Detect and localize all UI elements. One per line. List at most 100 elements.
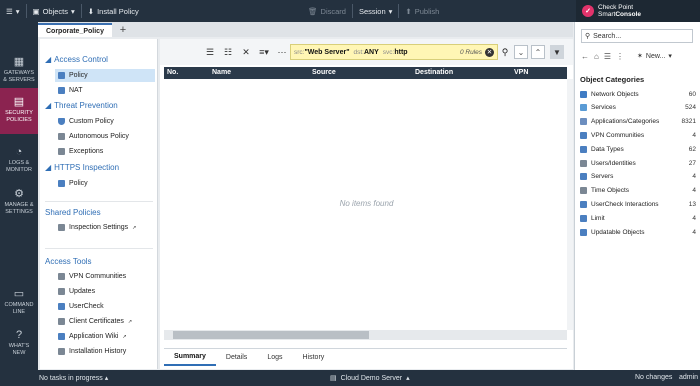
rail-gateways[interactable]: ▦ GATEWAYS & SERVERS [0, 56, 38, 88]
objects-menu[interactable]: ▣ Objects ▾ [27, 0, 81, 22]
discard-button[interactable]: 🗑 Discard [302, 0, 352, 22]
column-no[interactable]: No. [167, 69, 178, 76]
nav-autonomous-policy[interactable]: Autonomous Policy [58, 130, 129, 143]
category-name: VPN Communities [591, 131, 645, 139]
empty-message: No items found [339, 199, 394, 208]
cube-icon: ▣ [32, 6, 40, 16]
policy-icon [58, 180, 65, 187]
list-menu-button[interactable]: ≡▾ [256, 44, 272, 60]
clear-search-icon[interactable]: ✕ [485, 47, 494, 57]
top-bar: ☰ ▾ ▣ Objects ▾ ⬇ Install Policy 🗑 Discard Se… [0, 0, 700, 22]
category-row[interactable]: UserCheck Interactions 13 [580, 198, 696, 210]
rulebase-header: No. Name Source Destination VPN [164, 67, 567, 79]
rule-search-input[interactable]: src: "Web Server" dst: ANY svc: http 0 R… [290, 44, 498, 60]
wiki-icon [58, 333, 65, 340]
session-menu[interactable]: Session ▾ [353, 0, 398, 22]
column-name[interactable]: Name [212, 69, 231, 76]
rail-security-policies[interactable]: ▤ SECURITY POLICIES [0, 88, 38, 134]
publish-button[interactable]: ⬆ Publish [399, 0, 445, 22]
history-icon [58, 348, 65, 355]
install-policy-button[interactable]: ⬇ Install Policy [82, 0, 145, 22]
back-icon[interactable]: ← [581, 52, 589, 61]
nav-access-tools[interactable]: Access Tools [45, 257, 92, 266]
category-row[interactable]: Services 524 [580, 102, 696, 114]
rail-command-line[interactable]: ▭ COMMAND LINE [0, 288, 38, 320]
column-destination[interactable]: Destination [415, 69, 453, 76]
vpn-icon [58, 273, 65, 280]
trash-icon: 🗑 [308, 6, 318, 16]
nav-threat-prevention[interactable]: ◢ Threat Prevention [45, 101, 118, 110]
nav-nat[interactable]: NAT [58, 84, 82, 97]
tab-summary[interactable]: Summary [164, 350, 216, 366]
nav-custom-policy[interactable]: Custom Policy [58, 115, 114, 128]
column-source[interactable]: Source [312, 69, 336, 76]
server-status[interactable]: ▤ Cloud Demo Server ▴ [330, 374, 410, 383]
nav-exceptions[interactable]: Exceptions [58, 145, 103, 158]
category-count: 524 [685, 104, 696, 112]
category-row[interactable]: Limit 4 [580, 212, 696, 224]
whats-new-icon: ? [15, 329, 23, 341]
list-icon: ≡▾ [259, 46, 269, 57]
add-rule-above-button[interactable]: ☰ [202, 44, 218, 60]
filter-button[interactable]: ▼ [550, 45, 564, 59]
nav-usercheck[interactable]: UserCheck [58, 300, 104, 313]
horizontal-scrollbar[interactable] [164, 330, 567, 340]
category-row[interactable]: Network Objects 60 [580, 88, 696, 100]
objects-panel: ⚲ Search... ← ⌂ ☰ ⋮ ✶ New... ▾ Object Cate… [574, 22, 700, 370]
column-vpn[interactable]: VPN [514, 69, 528, 76]
next-match-button[interactable]: ⌄ [514, 45, 528, 59]
nav-updates[interactable]: Updates [58, 285, 95, 298]
objects-search-input[interactable]: ⚲ Search... [581, 29, 693, 43]
app-menu-button[interactable]: ☰ ▾ [0, 0, 26, 22]
category-row[interactable]: Data Types 62 [580, 143, 696, 155]
add-rule-below-button[interactable]: ☷ [220, 44, 236, 60]
nav-shared-policies[interactable]: Shared Policies [45, 208, 101, 217]
install-policy-label: Install Policy [97, 6, 139, 16]
rail-whats-new[interactable]: ? WHAT'S NEW [0, 329, 38, 361]
category-count: 13 [688, 200, 696, 208]
category-row[interactable]: Servers 4 [580, 171, 696, 183]
nav-installation-history[interactable]: Installation History [58, 345, 126, 358]
tab-corporate-policy[interactable]: Corporate_Policy [38, 23, 112, 37]
category-row[interactable]: Applications/Categories 8321 [580, 116, 696, 128]
nav-https-policy[interactable]: Policy [58, 177, 88, 190]
add-tab-button[interactable]: + [116, 23, 130, 37]
scrollbar-thumb[interactable] [173, 331, 369, 339]
certificate-icon [58, 318, 65, 325]
tree-view-icon[interactable]: ⋮ [616, 52, 624, 61]
tasks-status[interactable]: No tasks in progress ▴ [39, 374, 108, 382]
rail-manage-settings[interactable]: ⚙ MANAGE & SETTINGS [0, 188, 38, 220]
new-object-button[interactable]: ✶ New... ▾ [637, 52, 672, 61]
category-row[interactable]: Updatable Objects 4 [580, 226, 696, 238]
category-count: 8321 [681, 118, 696, 126]
tab-logs[interactable]: Logs [257, 350, 292, 366]
category-icon [580, 228, 587, 236]
nav-inspection-settings[interactable]: Inspection Settings ↗ [58, 221, 136, 234]
search-button[interactable]: ⚲ [498, 44, 512, 60]
category-count: 4 [692, 228, 696, 236]
category-count: 4 [692, 187, 696, 195]
home-icon[interactable]: ⌂ [594, 52, 599, 61]
category-name: Services [591, 104, 616, 112]
rail-logs-monitor[interactable]: ◔ LOGS & MONITOR [0, 146, 38, 178]
nav-application-wiki[interactable]: Application Wiki ↗ [58, 330, 127, 343]
list-view-icon[interactable]: ☰ [604, 52, 611, 61]
category-row[interactable]: VPN Communities 4 [580, 129, 696, 141]
more-button[interactable]: ⋯ [274, 44, 290, 60]
nav-https-inspection[interactable]: ◢ HTTPS Inspection [45, 163, 119, 172]
category-count: 4 [692, 173, 696, 181]
nav-client-certificates[interactable]: Client Certificates ↗ [58, 315, 132, 328]
collapse-icon: ◢ [45, 101, 52, 110]
nav-access-policy[interactable]: Policy [55, 69, 155, 82]
category-row[interactable]: Time Objects 4 [580, 185, 696, 197]
tab-history[interactable]: History [293, 350, 335, 366]
filter-icon: ▼ [553, 47, 561, 57]
previous-match-button[interactable]: ⌃ [531, 45, 545, 59]
category-count: 62 [688, 145, 696, 153]
inspection-settings-icon [58, 224, 65, 231]
category-row[interactable]: Users/Identities 27 [580, 157, 696, 169]
delete-rule-button[interactable]: ✕ [238, 44, 254, 60]
nav-access-control[interactable]: ◢ Access Control [45, 55, 108, 64]
nav-vpn-communities[interactable]: VPN Communities [58, 270, 126, 283]
tab-details[interactable]: Details [216, 350, 257, 366]
